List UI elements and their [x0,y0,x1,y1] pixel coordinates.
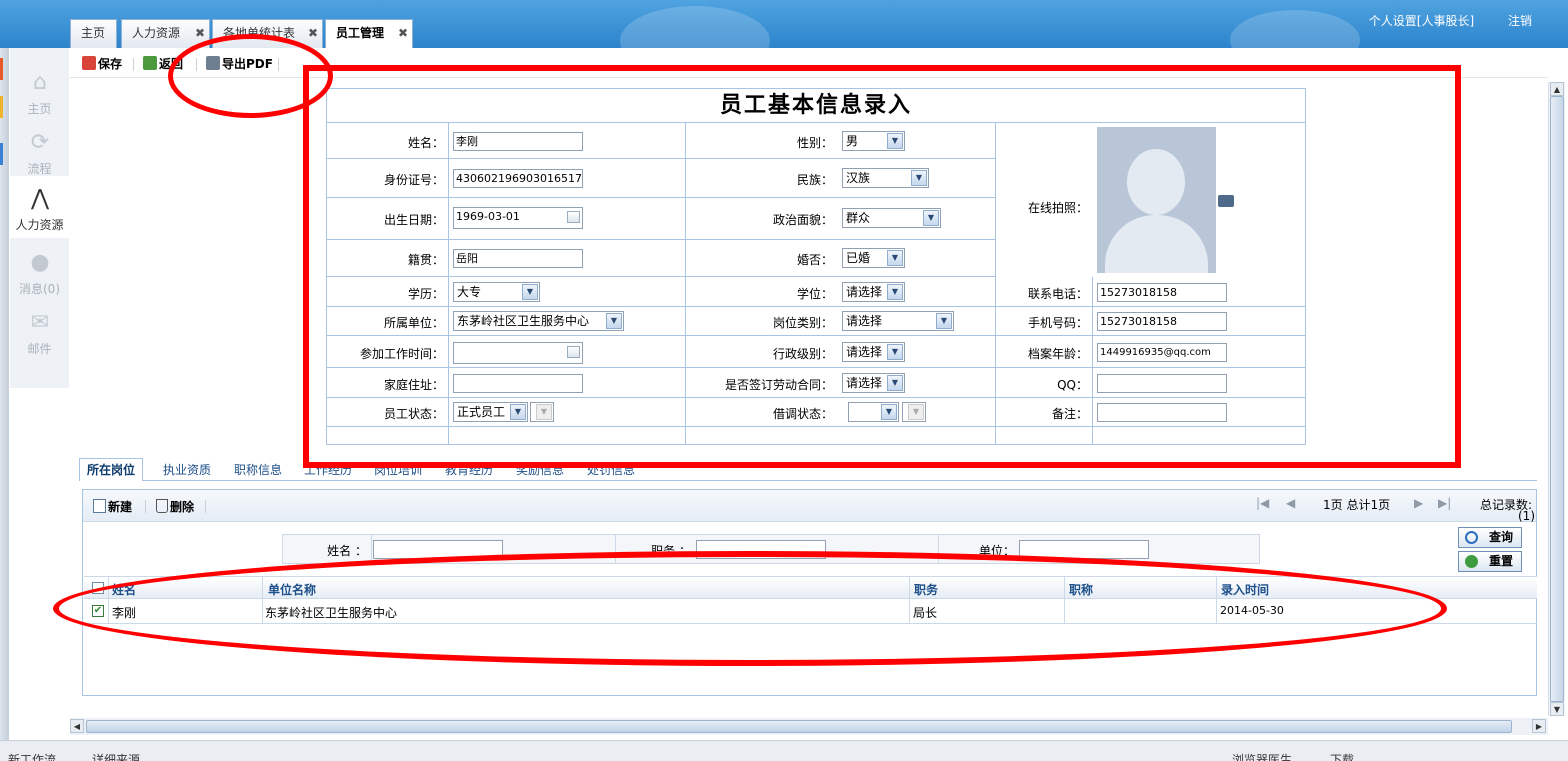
tab-label: 主页 [81,26,106,40]
table-row-highlight-annotation [53,551,1447,666]
trash-icon [156,499,168,513]
sidebar-item-label: 主页 [27,102,52,116]
tab-qualification[interactable]: 执业资质 [163,461,211,478]
back-icon [143,56,157,70]
downloads-link[interactable]: 下载 [1330,751,1354,761]
sidebar-item-hr[interactable]: ⋀ 人力资源 [10,176,69,238]
status-left: 新工作流 [8,753,57,761]
top-links: 个人设置[人事股长] 注销 [1339,12,1532,29]
delete-label: 删除 [170,500,195,514]
scroll-up-arrow[interactable]: ▲ [1550,82,1564,96]
tab-label: 员工管理 [336,26,385,40]
home-icon: ⌂ [33,70,47,95]
total-records-value: (1) [1518,509,1535,523]
query-button[interactable]: 查询 [1458,527,1522,548]
tab-label: 人力资源 [132,26,181,40]
close-icon[interactable]: ✖ [398,20,408,47]
toolbar-divider [205,500,206,513]
rail-marker [0,96,3,118]
status-middle: 详细来源 [92,753,141,761]
scroll-down-arrow[interactable]: ▼ [1550,702,1564,716]
form-highlight-annotation [303,65,1461,468]
new-button[interactable]: 新建 [93,498,132,515]
rail-marker [0,58,3,80]
logout-link[interactable]: 注销 [1508,14,1532,28]
message-icon: ● [30,250,50,275]
sidebar-item-label: 邮件 [27,342,52,356]
save-icon [82,56,96,70]
page-info: 1页 总计1页 [1323,498,1391,512]
toolbar-divider [145,500,146,513]
next-page-icon[interactable]: ▶ [1414,496,1423,510]
vertical-scrollbar[interactable]: ▲ ▼ [1548,82,1565,716]
tab-title-info[interactable]: 职称信息 [234,461,282,478]
first-page-icon[interactable]: |◀ [1256,496,1269,510]
panel-toolbar: 新建 删除 |◀ ◀ 1页 总计1页 ▶ ▶| 总记录数: (1) [83,490,1536,523]
sidebar-item-label: 消息(0) [19,282,60,296]
save-label: 保存 [98,57,123,71]
browser-doctor-link[interactable]: 浏览器医生 [1232,751,1292,761]
sidebar: ⌂ 主页 ⟳ 流程 ⋀ 人力资源 ● 消息(0) ✉ 邮件 [10,48,69,388]
search-divider [371,535,372,563]
browser-page: { "tabs": [ {"label": "主页", "closable": … [0,0,1568,761]
sidebar-item-messages[interactable]: ● 消息(0) [10,240,69,300]
reset-label: 重置 [1488,554,1513,568]
tab-current-post[interactable]: 所在岗位 [79,458,144,481]
horizontal-scrollbar[interactable]: ◀ ▶ [70,718,1548,735]
last-page-icon[interactable]: ▶| [1438,496,1451,510]
left-rail [0,48,9,761]
rail-marker [0,143,3,165]
tab-employee-management[interactable]: 员工管理 ✖ [325,19,413,48]
vertical-scroll-thumb[interactable] [1550,96,1564,702]
export-highlight-annotation [168,34,333,118]
prev-page-icon[interactable]: ◀ [1286,496,1295,510]
toolbar-divider [133,58,134,71]
scroll-right-arrow[interactable]: ▶ [1532,719,1546,733]
mail-icon: ✉ [30,310,50,335]
people-icon: ⋀ [30,186,50,211]
sidebar-item-workflow[interactable]: ⟳ 流程 [10,120,69,180]
new-label: 新建 [108,500,133,514]
query-label: 查询 [1488,530,1513,544]
sidebar-item-label: 流程 [27,162,52,176]
sidebar-item-mail[interactable]: ✉ 邮件 [10,300,69,360]
save-button[interactable]: 保存 [82,56,122,72]
horizontal-scroll-thumb[interactable] [86,720,1512,733]
search-icon [1465,531,1478,544]
refresh-icon [1465,555,1478,568]
sidebar-item-home[interactable]: ⌂ 主页 [10,60,69,120]
sidebar-item-label: 人力资源 [15,218,64,232]
personal-settings-link[interactable]: 个人设置[人事股长] [1369,14,1474,28]
search-name-label: 姓名 ： [327,544,367,558]
close-icon[interactable]: ✖ [308,20,318,47]
tab-home[interactable]: 主页 [70,19,117,48]
browser-status-bar: 新工作流 详细来源 浏览器医生 下载 [0,740,1568,761]
delete-button[interactable]: 删除 [156,498,194,515]
new-icon [93,499,106,513]
reset-button[interactable]: 重置 [1458,551,1522,572]
scroll-left-arrow[interactable]: ◀ [70,719,84,733]
refresh-icon: ⟳ [30,130,50,155]
